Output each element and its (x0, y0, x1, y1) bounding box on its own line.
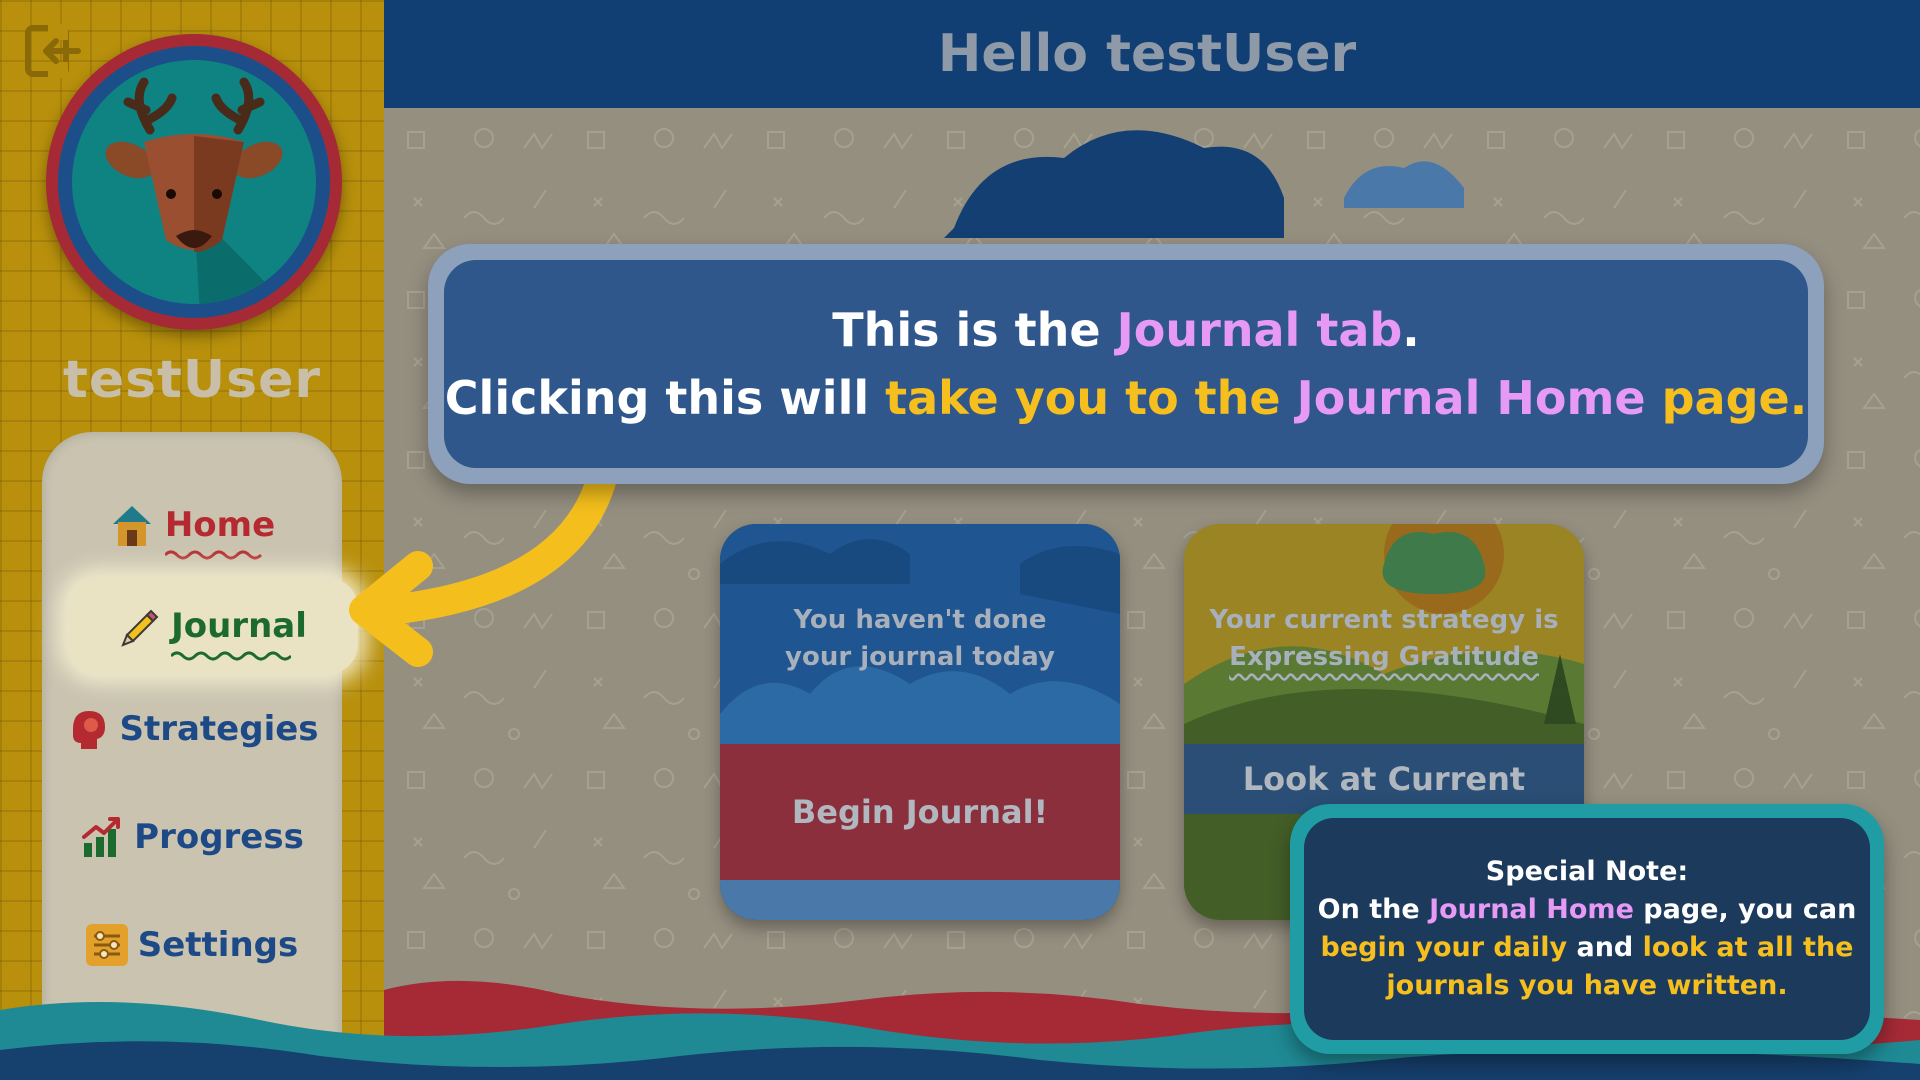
note-line-2: begin your daily and look at all the (1320, 932, 1854, 963)
house-icon (112, 506, 151, 546)
pencil-icon (121, 609, 159, 647)
pointer-arrow-icon (349, 470, 617, 667)
journal-status-text: You haven't done your journal today (785, 605, 1055, 672)
note-title: Special Note: (1485, 856, 1689, 887)
page-title: Hello testUser (937, 24, 1357, 84)
nav-item-journal[interactable]: Journal (68, 578, 358, 674)
header-bar: Hello testUser (384, 0, 1920, 108)
tip-line-2: Clicking this will take you to the Journ… (444, 371, 1808, 425)
note-line-3: journals you have written. (1386, 970, 1788, 1001)
tutorial-tip-box: This is the Journal tab. Clicking this w… (428, 244, 1824, 484)
growth-chart-icon (82, 817, 121, 857)
special-note-box: Special Note: On the Journal Home page, … (1290, 804, 1884, 1054)
logout-icon[interactable] (24, 24, 82, 78)
head-icon (73, 711, 106, 749)
deer-icon (105, 77, 287, 304)
nav-item-home[interactable]: Home (42, 482, 342, 568)
strategy-prefix-text: Your current strategy is (1209, 605, 1559, 635)
sidebar: testUser Home Journal Strategies Progres… (0, 0, 384, 1080)
avatar (46, 34, 342, 330)
tip-line-1: This is the Journal tab. (832, 303, 1420, 357)
nav-item-strategies[interactable]: Strategies (42, 686, 342, 772)
nav-label-journal: Journal (171, 606, 307, 646)
nav-label-home: Home (164, 505, 276, 545)
nav-item-progress[interactable]: Progress (42, 794, 342, 880)
nav-label-strategies: Strategies (119, 709, 319, 749)
nav-label-settings: Settings (137, 925, 299, 965)
strategy-status-text: Your current strategy is Expressing Grat… (1184, 602, 1584, 676)
nav-panel: Home Journal Strategies Progress Setting… (42, 432, 358, 1052)
nav-label-progress: Progress (134, 817, 304, 857)
begin-journal-button[interactable]: Begin Journal! (720, 744, 1120, 880)
username: testUser (62, 350, 322, 410)
note-line-1: On the Journal Home page, you can (1317, 894, 1857, 925)
journal-status-card: You haven't done your journal today Begi… (720, 524, 1120, 920)
current-strategy-name: Expressing Gratitude (1229, 642, 1539, 672)
